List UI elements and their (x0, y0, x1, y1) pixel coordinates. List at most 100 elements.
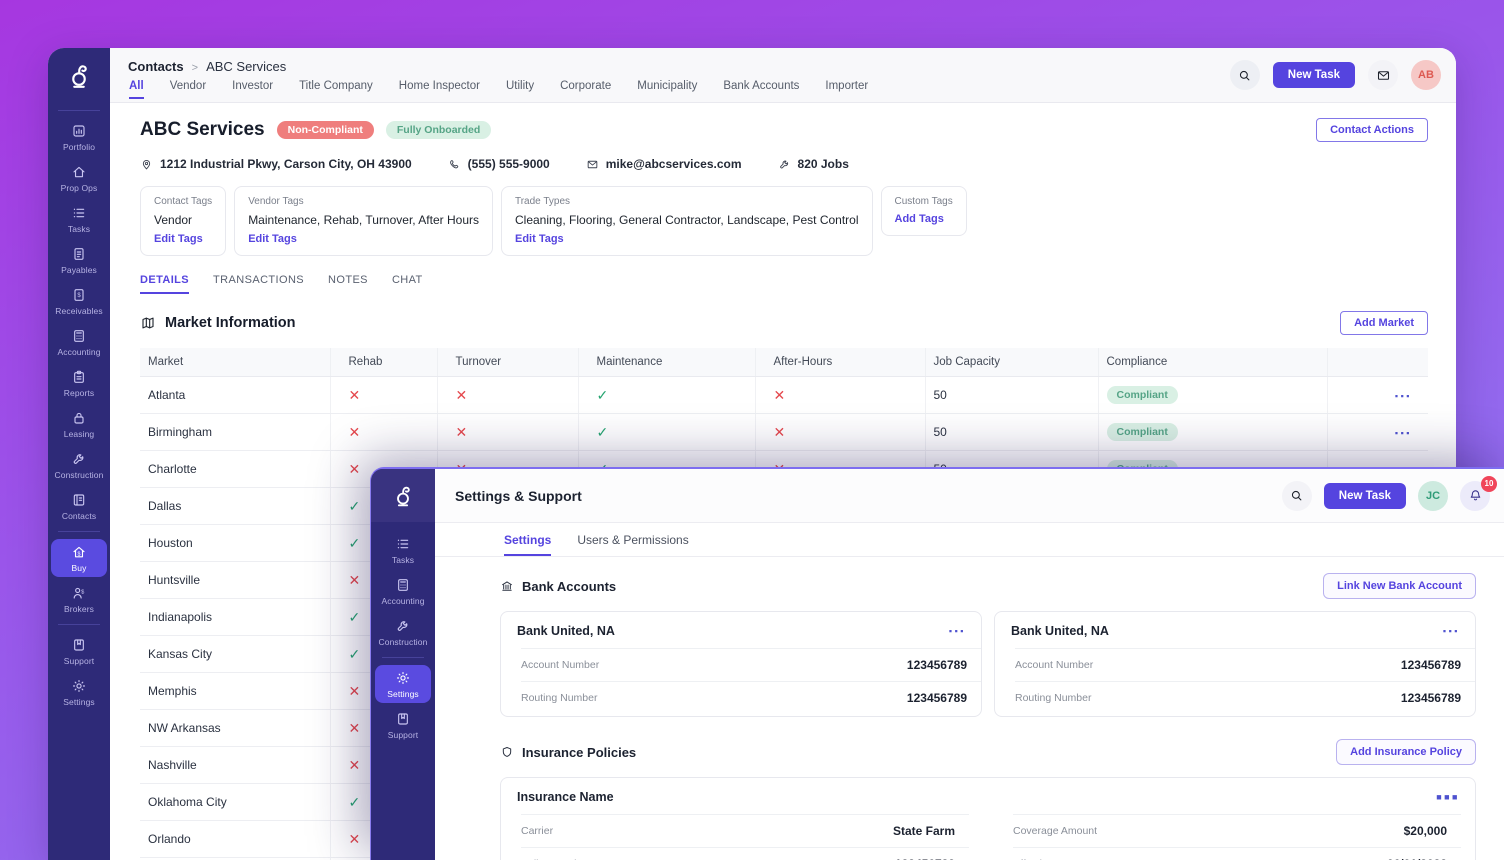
contact-email[interactable]: mike@abcservices.com (586, 157, 742, 171)
field-label: Coverage Amount (1013, 825, 1097, 837)
card-actions-menu[interactable]: ■■■ (1436, 792, 1460, 802)
sidebar-item-receivables[interactable]: $Receivables (51, 282, 107, 320)
mail-button[interactable] (1368, 60, 1398, 90)
overlay-header-actions: New Task JC 10 (1282, 481, 1490, 511)
sidebar-divider (382, 657, 424, 658)
field-row-routing-number: Routing Number123456789 (1015, 681, 1475, 714)
user-avatar[interactable]: JC (1418, 481, 1448, 511)
field-label: Carrier (521, 825, 553, 837)
sidebar-item-support[interactable]: Support (51, 632, 107, 670)
svg-text:$: $ (81, 589, 85, 595)
table-row: Atlanta✕✕✓✕50Compliant▪▪▪ (140, 377, 1428, 414)
add-market-button[interactable]: Add Market (1340, 311, 1428, 335)
overlay-tab-users-permissions[interactable]: Users & Permissions (577, 533, 688, 556)
detail-tab-notes[interactable]: NOTES (328, 274, 368, 294)
sidebar-item-prop-ops[interactable]: Prop Ops (51, 159, 107, 197)
tasks-icon (395, 536, 411, 552)
row-actions-menu[interactable]: ▪▪▪ (1395, 391, 1412, 401)
user-avatar[interactable]: AB (1411, 60, 1441, 90)
sidebar-item-label: Settings (387, 689, 419, 699)
top-tab-home-inspector[interactable]: Home Inspector (399, 80, 480, 99)
top-tab-all[interactable]: All (129, 80, 144, 99)
sidebar-item-construction[interactable]: Construction (375, 613, 431, 651)
sidebar-item-label: Support (64, 656, 94, 666)
sidebar-item-payables[interactable]: Payables (51, 241, 107, 279)
card-actions-menu[interactable]: ▪▪▪ (949, 626, 966, 636)
card-actions-menu[interactable]: ▪▪▪ (1443, 626, 1460, 636)
edit-tags-link[interactable]: Edit Tags (248, 233, 479, 245)
bank-account-card: Bank United, NA▪▪▪Account Number12345678… (994, 611, 1476, 717)
sidebar-item-label: Contacts (62, 511, 96, 521)
check-icon: ✓ (597, 424, 609, 440)
detail-tab-chat[interactable]: CHAT (392, 274, 423, 294)
page-title: ABC Services (140, 119, 265, 141)
sidebar-item-settings[interactable]: Settings (375, 665, 431, 703)
top-tab-importer[interactable]: Importer (825, 80, 868, 99)
top-tab-vendor[interactable]: Vendor (170, 80, 206, 99)
sidebar-item-construction[interactable]: Construction (51, 446, 107, 484)
edit-tags-link[interactable]: Edit Tags (154, 233, 212, 245)
sidebar-item-settings[interactable]: Settings (51, 673, 107, 711)
market-cell: Birmingham (140, 414, 330, 451)
breadcrumb-root[interactable]: Contacts (128, 59, 184, 74)
field-label: Routing Number (1015, 692, 1091, 704)
top-tab-bank-accounts[interactable]: Bank Accounts (723, 80, 799, 99)
search-button[interactable] (1230, 60, 1260, 90)
sidebar-item-accounting[interactable]: Accounting (375, 572, 431, 610)
bell-icon (1468, 488, 1483, 503)
add-tags-link[interactable]: Add Tags (895, 213, 953, 225)
sidebar-item-reports[interactable]: Reports (51, 364, 107, 402)
overlay-tab-settings[interactable]: Settings (504, 533, 551, 556)
top-tab-investor[interactable]: Investor (232, 80, 273, 99)
new-task-button[interactable]: New Task (1324, 483, 1406, 509)
status-badge-non-compliant: Non-Compliant (277, 121, 374, 139)
sidebar-item-tasks[interactable]: Tasks (375, 531, 431, 569)
sidebar-item-brokers[interactable]: $Brokers (51, 580, 107, 618)
tag-card-title: Trade Types (515, 196, 859, 207)
top-tab-utility[interactable]: Utility (506, 80, 534, 99)
leasing-icon (71, 410, 87, 426)
notification-bell-button[interactable]: 10 (1460, 481, 1490, 511)
contact-actions-button[interactable]: Contact Actions (1316, 118, 1428, 142)
status-badge-fully-onboarded: Fully Onboarded (386, 121, 491, 139)
top-tab-corporate[interactable]: Corporate (560, 80, 611, 99)
field-label: Account Number (1015, 659, 1093, 671)
check-icon: ✓ (349, 794, 361, 810)
x-icon: ✕ (349, 683, 361, 699)
field-label: Account Number (521, 659, 599, 671)
new-task-button[interactable]: New Task (1273, 62, 1355, 88)
search-button[interactable] (1282, 481, 1312, 511)
overlay-app-logo[interactable] (371, 469, 435, 522)
link-new-bank-account-button[interactable]: Link New Bank Account (1323, 573, 1476, 599)
tag-card-trade-types: Trade TypesCleaning, Flooring, General C… (501, 186, 873, 256)
field-row-effective-date: Effective Date06/01/2023 (1013, 847, 1461, 860)
top-tab-municipality[interactable]: Municipality (637, 80, 697, 99)
sidebar-item-leasing[interactable]: Leasing (51, 405, 107, 443)
sidebar-item-label: Construction (55, 470, 104, 480)
field-value: 123456789 (907, 658, 967, 672)
rehab-cell: ✕ (330, 377, 437, 414)
sidebar-item-accounting[interactable]: Accounting (51, 323, 107, 361)
top-tab-title-company[interactable]: Title Company (299, 80, 373, 99)
sidebar-item-tasks[interactable]: Tasks (51, 200, 107, 238)
contact-phone: (555) 555-9000 (448, 157, 550, 171)
bank-name: Bank United, NA (517, 624, 615, 638)
sidebar-item-portfolio[interactable]: Portfolio (51, 118, 107, 156)
rehab-cell: ✕ (330, 414, 437, 451)
tag-card-title: Vendor Tags (248, 196, 479, 207)
search-icon (1289, 488, 1304, 503)
app-logo[interactable] (64, 48, 94, 105)
sidebar-item-label: Construction (379, 637, 428, 647)
detail-tab-transactions[interactable]: TRANSACTIONS (213, 274, 304, 294)
header-actions: New Task AB (1230, 60, 1441, 90)
market-cell: Oklahoma City (140, 784, 330, 821)
sidebar-item-contacts[interactable]: Contacts (51, 487, 107, 525)
add-insurance-policy-button[interactable]: Add Insurance Policy (1336, 739, 1476, 765)
column-header-job-capacity: Job Capacity (925, 348, 1098, 377)
detail-tab-details[interactable]: DETAILS (140, 274, 189, 294)
sidebar-item-buy[interactable]: $Buy (51, 539, 107, 577)
edit-tags-link[interactable]: Edit Tags (515, 233, 859, 245)
sidebar-item-support[interactable]: Support (375, 706, 431, 744)
row-actions-menu[interactable]: ▪▪▪ (1395, 428, 1412, 438)
x-icon: ✕ (349, 757, 361, 773)
